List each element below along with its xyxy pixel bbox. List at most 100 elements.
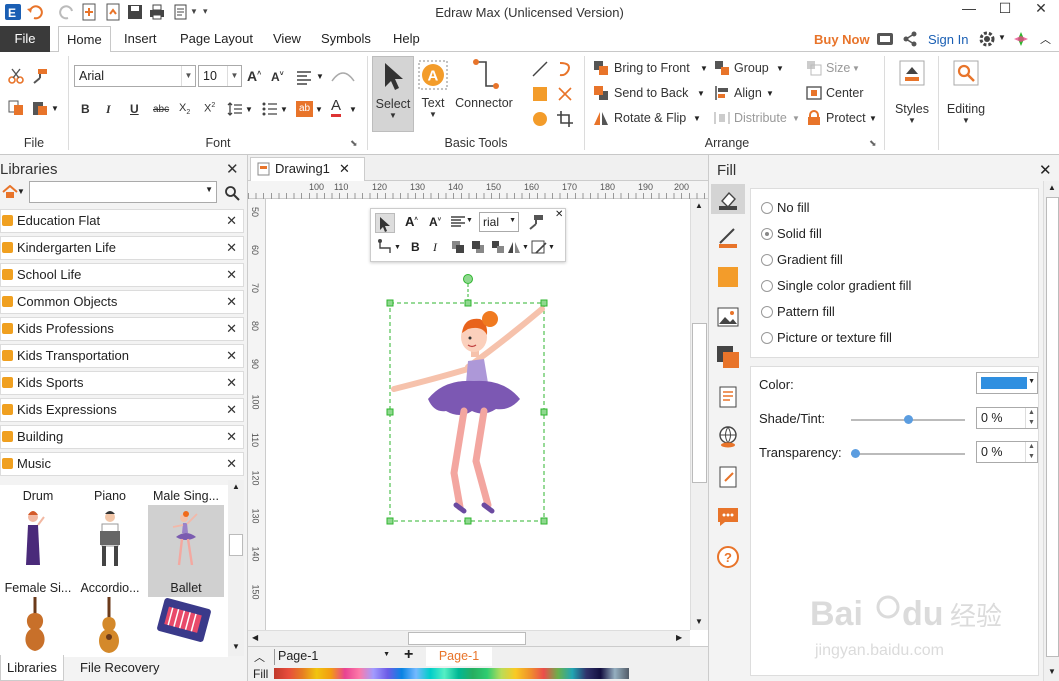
mini-shrink-font-icon[interactable]: A˅: [429, 215, 441, 229]
mini-group-icon[interactable]: [491, 240, 505, 254]
maximize-button[interactable]: ☐: [988, 0, 1022, 20]
paste-dropdown-icon[interactable]: ▼: [51, 104, 59, 113]
close-library-icon[interactable]: ✕: [226, 264, 237, 286]
protect-button[interactable]: Protect: [826, 111, 866, 125]
scroll-down-icon[interactable]: ▼: [1048, 667, 1056, 676]
close-library-icon[interactable]: ✕: [226, 453, 237, 475]
layer-icon[interactable]: [716, 345, 740, 369]
mini-rotate-dropdown-icon[interactable]: ▼: [522, 244, 529, 251]
color-picker[interactable]: ▼: [976, 372, 1038, 394]
cut-icon[interactable]: [8, 68, 24, 84]
mini-rotate-icon[interactable]: [507, 240, 521, 254]
scroll-down-icon[interactable]: ▼: [232, 642, 240, 651]
shade-tint-knob[interactable]: [903, 415, 913, 424]
library-item-kids-transportation[interactable]: Kids Transportation ✕: [0, 344, 244, 368]
vertical-scroll-thumb[interactable]: [692, 323, 707, 483]
canvas-vertical-scrollbar[interactable]: ▲ ▼: [690, 199, 708, 630]
library-item-education-flat[interactable]: Education Flat ✕: [0, 209, 244, 233]
library-home-dropdown-icon[interactable]: ▼: [17, 187, 25, 196]
font-size-select[interactable]: 10 ▼: [198, 65, 242, 87]
close-library-icon[interactable]: ✕: [226, 318, 237, 340]
transparency-knob[interactable]: [851, 449, 860, 458]
line-icon[interactable]: [532, 61, 548, 77]
library-scrollbar[interactable]: ▲ ▼: [228, 480, 244, 656]
note-icon[interactable]: [716, 465, 740, 489]
mini-italic-button[interactable]: I: [433, 240, 437, 255]
font-name-select[interactable]: Arial ▼: [74, 65, 196, 87]
option-single-color-gradient-fill[interactable]: Single color gradient fill: [777, 278, 911, 293]
radio-gradient-fill[interactable]: [761, 254, 773, 266]
shade-tint-input[interactable]: 0 % ▲ ▼: [976, 407, 1038, 429]
connector-tool-button[interactable]: Connector: [452, 56, 516, 132]
send-to-back-button[interactable]: Send to Back: [614, 86, 688, 100]
radio-solid-fill[interactable]: [761, 228, 773, 240]
superscript-button[interactable]: X2: [204, 102, 215, 115]
horizontal-scroll-thumb[interactable]: [408, 632, 526, 645]
canvas-horizontal-scrollbar[interactable]: ◀ ▶: [248, 630, 690, 646]
shape-female-singer[interactable]: Female Si...: [0, 505, 76, 597]
document-properties-icon[interactable]: [716, 385, 740, 409]
tab-view[interactable]: View: [265, 26, 309, 52]
mini-select-button[interactable]: [375, 213, 395, 233]
page-tab-page-1[interactable]: Page-1: [426, 647, 492, 666]
cross-icon[interactable]: [557, 86, 573, 102]
text-tool-button[interactable]: A Text ▼: [414, 56, 452, 132]
buy-now-link[interactable]: Buy Now: [814, 32, 870, 47]
protect-dropdown-icon[interactable]: ▼: [869, 114, 877, 123]
italic-button[interactable]: I: [106, 102, 111, 117]
mini-close-icon[interactable]: ✕: [555, 209, 563, 220]
violin-icon[interactable]: [20, 597, 50, 655]
select-tool-button[interactable]: Select ▼: [372, 56, 414, 132]
close-tab-icon[interactable]: ✕: [339, 158, 350, 180]
mini-connector-dropdown-icon[interactable]: ▼: [394, 244, 401, 251]
size-button[interactable]: Size: [826, 61, 850, 75]
close-library-icon[interactable]: ✕: [226, 372, 237, 394]
paste-icon[interactable]: [32, 100, 48, 116]
search-icon[interactable]: [224, 185, 240, 201]
help-icon[interactable]: ?: [716, 545, 740, 569]
tab-symbols[interactable]: Symbols: [313, 26, 379, 52]
option-gradient-fill[interactable]: Gradient fill: [777, 252, 843, 267]
radio-picture-texture-fill[interactable]: [761, 332, 773, 344]
tab-page-layout[interactable]: Page Layout: [172, 26, 261, 52]
center-icon[interactable]: [806, 85, 822, 101]
tab-libraries[interactable]: Libraries: [0, 655, 64, 681]
hyperlink-icon[interactable]: [716, 425, 740, 449]
scroll-up-icon[interactable]: ▲: [1048, 183, 1056, 192]
bring-to-front-icon[interactable]: [593, 60, 609, 76]
align-icon[interactable]: [714, 85, 730, 101]
align-dropdown-icon[interactable]: ▼: [316, 72, 324, 81]
minimize-button[interactable]: —: [952, 0, 986, 20]
library-item-common-objects[interactable]: Common Objects ✕: [0, 290, 244, 314]
radio-pattern-fill[interactable]: [761, 306, 773, 318]
shape-accordion-player[interactable]: Accordio...: [72, 505, 148, 597]
shape-ballet[interactable]: Ballet: [148, 505, 224, 597]
close-library-icon[interactable]: ✕: [226, 426, 237, 448]
send-back-dropdown-icon[interactable]: ▼: [697, 89, 705, 98]
font-color-dropdown-icon[interactable]: ▼: [349, 105, 357, 114]
library-item-kids-sports[interactable]: Kids Sports ✕: [0, 371, 244, 395]
bullets-icon[interactable]: [262, 101, 278, 117]
scroll-left-icon[interactable]: ◀: [252, 633, 258, 642]
collapse-ribbon-icon[interactable]: ︿: [1040, 31, 1051, 47]
page-select[interactable]: Page-1 ▼: [274, 649, 392, 665]
center-button[interactable]: Center: [826, 86, 864, 100]
accordion-icon[interactable]: [156, 597, 212, 645]
option-solid-fill[interactable]: Solid fill: [777, 226, 822, 241]
close-library-icon[interactable]: ✕: [226, 210, 237, 232]
tab-drawing1[interactable]: Drawing1 ✕: [250, 157, 365, 181]
rectangle-icon[interactable]: [532, 86, 548, 102]
bring-to-front-button[interactable]: Bring to Front: [614, 61, 690, 75]
rotate-flip-icon[interactable]: [593, 110, 609, 126]
bold-button[interactable]: B: [81, 102, 90, 116]
scroll-right-icon[interactable]: ▶: [676, 633, 682, 642]
text-align-icon[interactable]: [296, 69, 312, 85]
option-no-fill[interactable]: No fill: [777, 200, 810, 215]
group-button[interactable]: Group: [734, 61, 769, 75]
close-library-icon[interactable]: ✕: [226, 399, 237, 421]
align-button[interactable]: Align: [734, 86, 762, 100]
crop-icon[interactable]: [557, 111, 573, 127]
library-item-kids-professions[interactable]: Kids Professions ✕: [0, 317, 244, 341]
comment-icon[interactable]: [716, 505, 740, 529]
subscript-button[interactable]: X2: [179, 102, 190, 116]
